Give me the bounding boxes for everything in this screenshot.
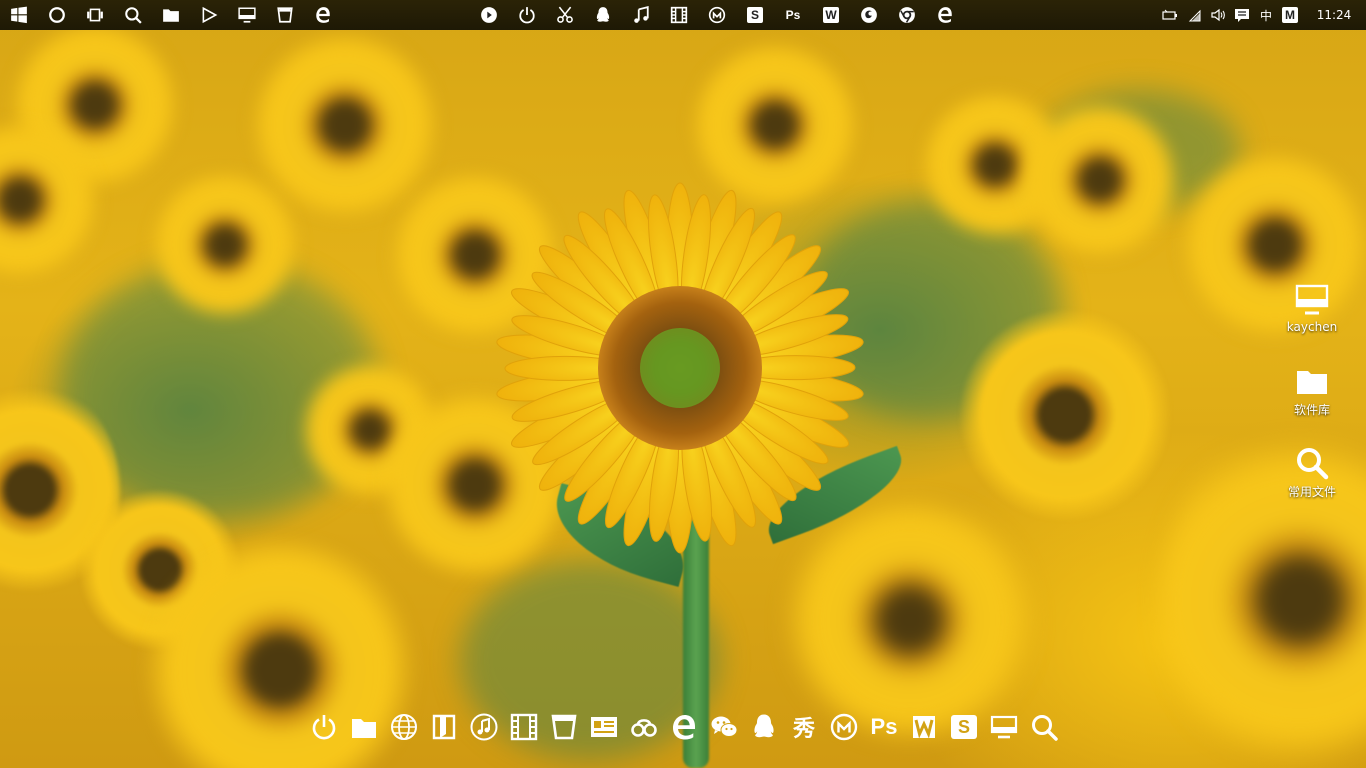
desktop-icon-label: 软件库 [1293, 403, 1330, 417]
dock-store-bag-icon[interactable] [544, 707, 584, 747]
dock-power-icon[interactable] [304, 707, 344, 747]
power-icon[interactable] [508, 0, 546, 30]
dock-id-card-icon[interactable] [584, 707, 624, 747]
desktop-icon-software-library[interactable]: 软件库 [1279, 363, 1345, 418]
dock-monitor-icon[interactable] [984, 707, 1024, 747]
action-center-icon[interactable] [1230, 0, 1254, 30]
play-triangle-icon[interactable] [190, 0, 228, 30]
maxthon-icon[interactable] [698, 0, 736, 30]
dock-photoshop-icon[interactable]: Ps [864, 707, 904, 747]
scissors-icon[interactable] [546, 0, 584, 30]
ime-language-indicator[interactable]: 中 [1254, 0, 1278, 30]
desktop-icon-label: kaychen [1286, 320, 1338, 334]
dock: 秀 Ps S [304, 707, 1064, 747]
dock-music-note-icon[interactable] [464, 707, 504, 747]
dock-sogou-s-icon[interactable]: S [944, 707, 984, 747]
store-bag-icon[interactable] [266, 0, 304, 30]
dock-film-icon[interactable] [504, 707, 544, 747]
sogou-s-text: S [747, 7, 763, 23]
dock-cloud-link-icon[interactable] [624, 707, 664, 747]
desktop-wallpaper [0, 0, 1366, 768]
task-view-icon[interactable] [76, 0, 114, 30]
music-note-icon[interactable] [622, 0, 660, 30]
dock-book-icon[interactable] [424, 707, 464, 747]
monitor-icon[interactable] [228, 0, 266, 30]
sogou-s-text: S [951, 715, 977, 739]
cortana-circle-icon[interactable] [38, 0, 76, 30]
qq-penguin-icon[interactable] [584, 0, 622, 30]
folder-icon [1297, 371, 1327, 394]
folder-icon[interactable] [152, 0, 190, 30]
system-tray: 中 M 11:24 [1158, 0, 1366, 30]
photoshop-text: Ps [870, 714, 898, 739]
dock-meitu-xiu-icon[interactable]: 秀 [784, 707, 824, 747]
windows-start-icon[interactable] [0, 0, 38, 30]
computer-monitor-icon [1295, 284, 1329, 315]
dock-wps-w-icon[interactable] [904, 707, 944, 747]
dock-globe-icon[interactable] [384, 707, 424, 747]
dock-qq-penguin-icon[interactable] [744, 707, 784, 747]
edge-icon[interactable] [304, 0, 342, 30]
firefox-icon[interactable] [850, 0, 888, 30]
dock-search-icon[interactable] [1024, 707, 1064, 747]
media-player-icon[interactable] [470, 0, 508, 30]
taskbar: S Ps W 中 M 11:24 [0, 0, 1366, 30]
wps-w-icon[interactable]: W [812, 0, 850, 30]
dock-edge-icon[interactable] [664, 707, 704, 747]
chrome-icon[interactable] [888, 0, 926, 30]
photoshop-text: Ps [785, 8, 801, 22]
search-icon [1297, 448, 1329, 480]
desktop-icon-kaychen[interactable]: kaychen [1279, 282, 1345, 334]
meitu-xiu-text: 秀 [792, 716, 815, 741]
volume-icon[interactable] [1206, 0, 1230, 30]
desktop-icon-common-files[interactable]: 常用文件 [1279, 445, 1345, 500]
film-icon[interactable] [660, 0, 698, 30]
dock-folder-icon[interactable] [344, 707, 384, 747]
sunflower-main [496, 182, 864, 554]
wps-w-text: W [823, 7, 839, 23]
dock-maxthon-icon[interactable] [824, 707, 864, 747]
dock-wechat-icon[interactable] [704, 707, 744, 747]
ime-mode-indicator[interactable]: M [1278, 0, 1302, 30]
sogou-s-icon[interactable]: S [736, 0, 774, 30]
search-icon[interactable] [114, 0, 152, 30]
ime-mode-text: M [1282, 7, 1298, 23]
clock-time[interactable]: 11:24 [1302, 8, 1366, 22]
photoshop-icon[interactable]: Ps [774, 0, 812, 30]
edge-icon-2[interactable] [926, 0, 964, 30]
battery-icon[interactable] [1158, 0, 1182, 30]
wifi-icon[interactable] [1182, 0, 1206, 30]
desktop-icon-label: 常用文件 [1287, 485, 1336, 499]
